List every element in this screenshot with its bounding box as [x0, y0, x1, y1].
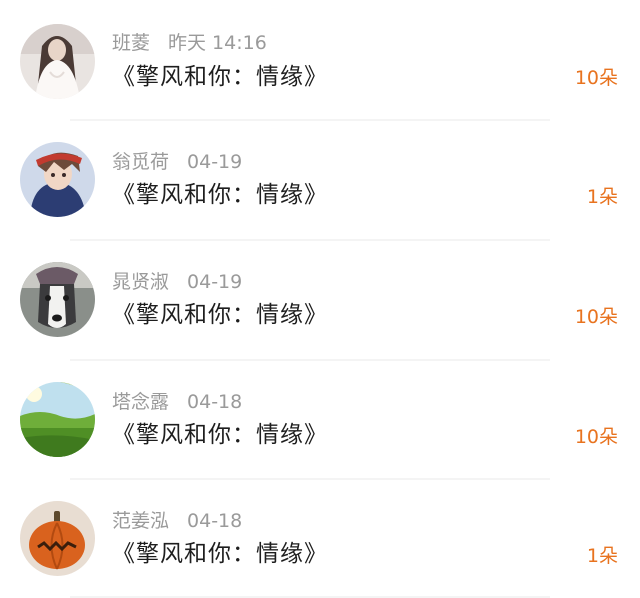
- sent-time: 昨天 14:16: [168, 32, 267, 54]
- list-item[interactable]: 班菱 昨天 14:16 《擎风和你：情缘》 10朵: [0, 0, 640, 119]
- list-item[interactable]: 晁贤淑 04-19 《擎风和你：情缘》 10朵: [0, 240, 640, 359]
- sender-name: 翁觅荷: [112, 151, 170, 173]
- sender-name: 塔念露: [112, 391, 170, 413]
- flower-count: 10朵: [574, 426, 618, 448]
- list-item[interactable]: 翁觅荷 04-19 《擎风和你：情缘》 1朵: [0, 120, 640, 239]
- woman-white-dress-avatar[interactable]: [20, 24, 95, 99]
- flower-count: 1朵: [586, 545, 618, 567]
- sender-meta: 班菱 昨天 14:16: [112, 30, 267, 56]
- sent-time: 04-19: [187, 271, 243, 293]
- flower-count: 1朵: [586, 186, 618, 208]
- list-item[interactable]: 塔念露 04-18 《擎风和你：情缘》 10朵: [0, 360, 640, 479]
- sender-meta: 塔念露 04-18: [112, 389, 242, 415]
- list-item[interactable]: 范姜泓 04-18 《擎风和你：情缘》 1朵: [0, 479, 640, 598]
- flower-count: 10朵: [574, 67, 618, 89]
- sender-meta: 范姜泓 04-18: [112, 508, 242, 534]
- book-title: 《擎风和你：情缘》: [112, 541, 328, 567]
- anime-boy-avatar[interactable]: [20, 142, 95, 217]
- sender-meta: 翁觅荷 04-19: [112, 149, 242, 175]
- sender-name: 班菱: [112, 32, 151, 54]
- book-title: 《擎风和你：情缘》: [112, 64, 328, 90]
- sender-name: 晁贤淑: [112, 271, 170, 293]
- sent-time: 04-19: [187, 151, 243, 173]
- book-title: 《擎风和你：情缘》: [112, 182, 328, 208]
- husky-dog-avatar[interactable]: [20, 262, 95, 337]
- sender-name: 范姜泓: [112, 510, 170, 532]
- sent-time: 04-18: [187, 391, 243, 413]
- sender-meta: 晁贤淑 04-19: [112, 269, 242, 295]
- gift-record-list: 班菱 昨天 14:16 《擎风和你：情缘》 10朵 翁觅荷 04-19 《擎风和你：…: [0, 0, 640, 598]
- book-title: 《擎风和你：情缘》: [112, 302, 328, 328]
- book-title: 《擎风和你：情缘》: [112, 422, 328, 448]
- sent-time: 04-18: [187, 510, 243, 532]
- landscape-avatar[interactable]: [20, 382, 95, 457]
- flower-count: 10朵: [574, 306, 618, 328]
- pumpkin-avatar[interactable]: [20, 501, 95, 576]
